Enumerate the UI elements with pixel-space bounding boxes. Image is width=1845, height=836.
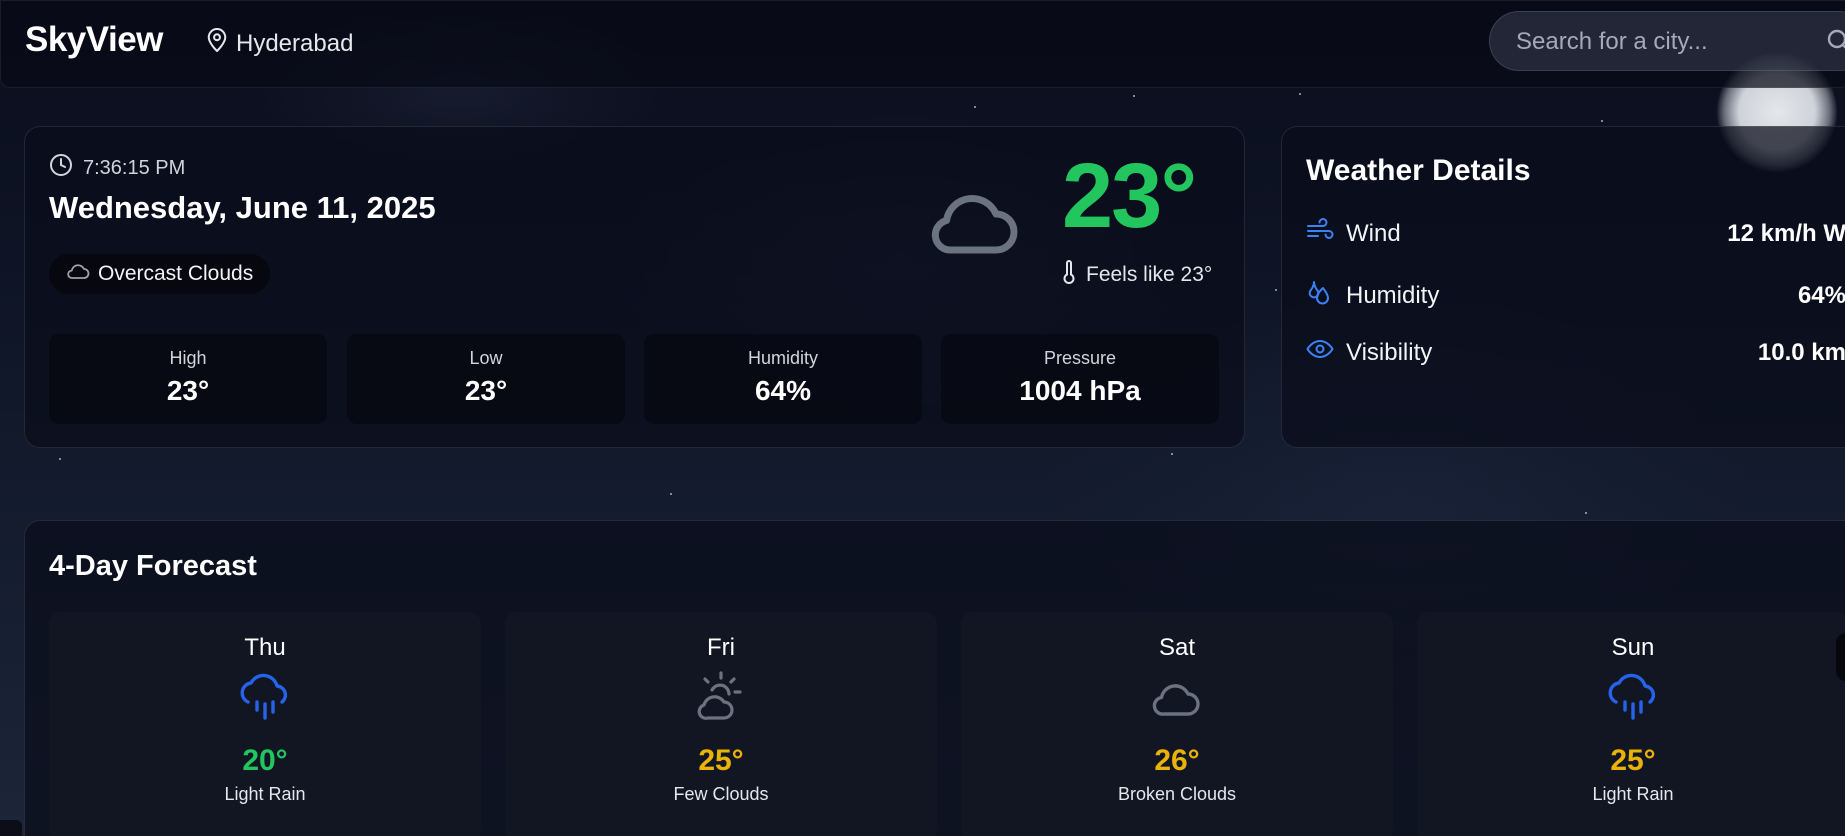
thermometer-icon [1062,259,1076,291]
droplets-icon [1306,278,1334,313]
details-title: Weather Details [1306,154,1531,187]
forecast-temp: 25° [1610,744,1656,777]
search-icon[interactable] [1826,28,1845,59]
stat-humidity: Humidity 64% [644,334,922,424]
feels-like: Feels like 23° [1062,259,1212,291]
wind-icon [1306,218,1334,249]
forecast-day-name: Sun [1611,634,1655,661]
forecast-day-name: Thu [244,634,286,661]
detail-row-humidity: Humidity 64% [1306,278,1845,313]
cloud-icon [961,670,1393,724]
stat-value: 1004 hPa [1019,375,1141,406]
forecast-temp: 25° [698,744,744,777]
clock-icon [49,153,73,183]
detail-label: Wind [1346,219,1401,247]
cloud-rain-icon [1417,670,1845,724]
search-input[interactable] [1514,26,1818,58]
stat-label: High [169,348,207,368]
map-pin-icon [206,27,228,60]
overcast-cloud-icon [926,186,1020,263]
forecast-day-name: Fri [707,634,735,661]
condition-text: Overcast Clouds [98,262,254,285]
stat-value: 64% [754,375,812,406]
stat-value: 23° [464,375,508,406]
forecast-desc: Light Rain [1592,784,1674,804]
forecast-day-card[interactable]: Thu 20° Light Rain [49,612,481,836]
brand-logo[interactable]: SkyView [25,20,163,60]
detail-value: 10.0 km [1757,338,1845,366]
forecast-desc: Few Clouds [673,784,769,804]
cloud-rain-icon [49,670,481,724]
forecast-day-card[interactable]: Sun 25° Light Rain [1417,612,1845,836]
time-text: 7:36:15 PM [83,156,186,179]
forecast-temp: 26° [1154,744,1200,777]
detail-label: Humidity [1346,281,1440,309]
search-bar[interactable] [1489,11,1845,71]
current-temperature: 23° [1062,145,1197,247]
location-name: Hyderabad [236,29,354,57]
stat-label: Pressure [1043,348,1117,368]
forecast-desc: Light Rain [224,784,306,804]
forecast-day-card[interactable]: Fri 25° Few Clouds [505,612,937,836]
stat-high: High 23° [49,334,327,424]
current-time: 7:36:15 PM [49,153,185,183]
forecast-desc: Broken Clouds [1117,784,1237,804]
current-date: Wednesday, June 11, 2025 [49,190,436,225]
forecast-scroll-button[interactable] [1836,633,1845,681]
cloud-icon [66,262,90,286]
forecast-title: 4-Day Forecast [49,550,257,582]
detail-label: Visibility [1346,338,1433,366]
stat-pressure: Pressure 1004 hPa [941,334,1219,424]
detail-value: 12 km/h W [1727,219,1845,247]
cloud-sun-icon [505,670,937,724]
stat-label: Humidity [747,348,818,368]
detail-row-visibility: Visibility 10.0 km [1306,338,1845,367]
condition-badge: Overcast Clouds [49,254,271,294]
stat-low: Low 23° [347,334,625,424]
top-nav: SkyView Hyderabad [0,0,1845,88]
stat-value: 23° [166,375,210,406]
forecast-day-name: Sat [1158,634,1196,661]
current-location: Hyderabad [206,27,353,60]
stat-label: Low [469,348,503,368]
corner-tab [0,820,22,836]
eye-icon [1306,338,1334,367]
detail-value: 64% [1797,281,1845,309]
forecast-temp: 20° [242,744,288,777]
detail-row-wind: Wind 12 km/h W [1306,218,1845,249]
feels-like-text: Feels like 23° [1086,263,1213,286]
forecast-day-card[interactable]: Sat 26° Broken Clouds [961,612,1393,836]
